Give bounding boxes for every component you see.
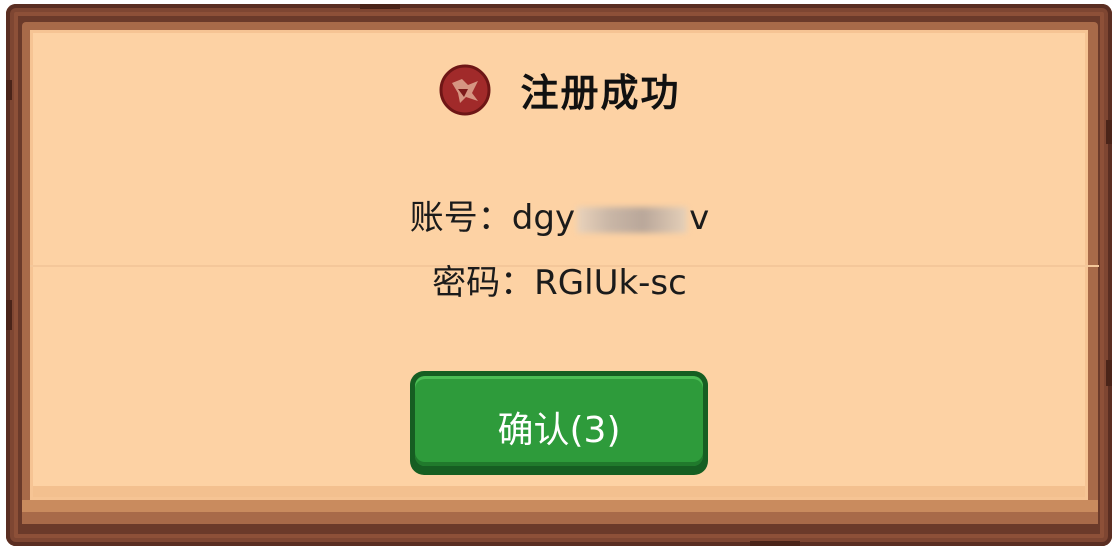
password-label: 密码： [432, 263, 535, 303]
game-emblem-icon [439, 64, 491, 115]
account-row: 账号：dgy v [0, 190, 1119, 239]
frame-chip [1106, 120, 1112, 144]
title-row: 注册成功 [0, 62, 1119, 117]
register-success-dialog: 注册成功 账号：dgy v 密码：RGlUk-sc 确认(3) [0, 0, 1119, 551]
frame-bottom-rim [22, 512, 1098, 524]
dialog-title: 注册成功 [520, 71, 681, 115]
account-value-suffix: v [689, 198, 710, 238]
confirm-button-label: 确认(3) [497, 410, 621, 451]
frame-chip [750, 541, 800, 546]
password-row: 密码：RGlUk-sc [0, 255, 1119, 304]
frame-chip [6, 300, 12, 330]
redacted-blur [577, 206, 688, 233]
password-value: RGlUk-sc [534, 263, 687, 303]
confirm-button[interactable]: 确认(3) [410, 371, 708, 475]
account-label: 账号： [409, 198, 512, 238]
account-value-prefix: dgy [511, 198, 576, 238]
frame-chip [1106, 360, 1112, 386]
frame-chip [360, 4, 400, 9]
